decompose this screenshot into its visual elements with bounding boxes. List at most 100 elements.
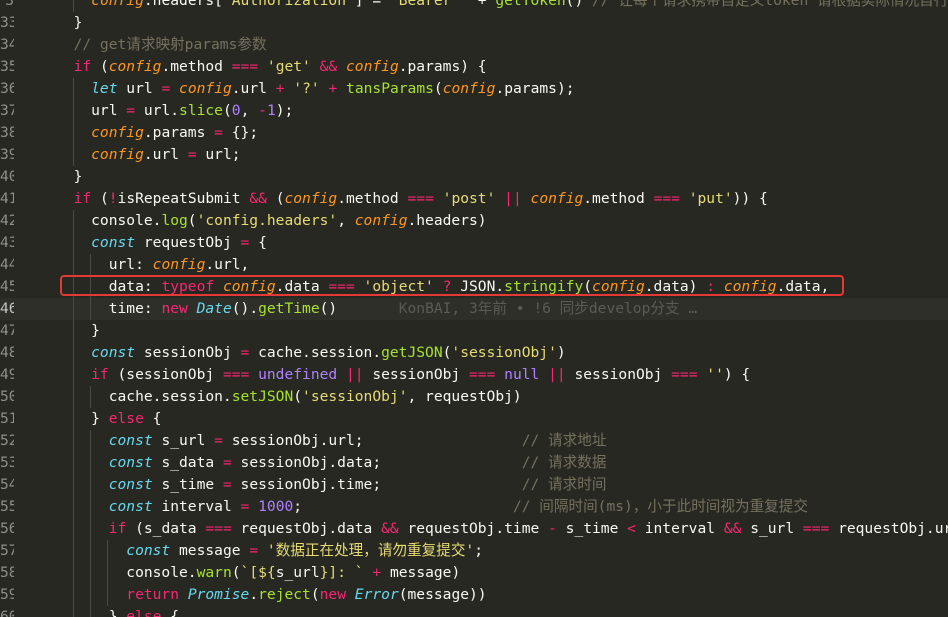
code-token: config (56, 124, 144, 141)
line-number: 52 (0, 432, 14, 449)
code-token: , requestObj) (407, 388, 522, 405)
code-line[interactable]: 41 if (!isRepeatSubmit && (config.method… (0, 188, 948, 210)
code-token: url. (135, 102, 180, 119)
code-line[interactable]: 51 } else { (0, 408, 948, 430)
code-token: config (592, 278, 645, 295)
code-text: data: typeof config.data === 'object' ? … (56, 276, 830, 298)
code-token: && (249, 190, 267, 207)
code-token: ( (91, 58, 109, 75)
code-token: + (275, 80, 285, 97)
code-token: config (284, 190, 338, 207)
line-number: 39 (0, 146, 14, 163)
code-token: getJSON (381, 344, 443, 361)
line-number: 45 (0, 278, 14, 295)
code-token: ] = (354, 0, 390, 9)
code-token: {}; (222, 124, 259, 141)
code-text: const sessionObj = cache.session.getJSON… (56, 342, 566, 364)
line-number: 48 (0, 344, 14, 361)
code-token: // 请求时间 (521, 476, 607, 493)
code-line[interactable]: 48 const sessionObj = cache.session.getJ… (0, 342, 948, 364)
code-line[interactable]: 55 const interval = 1000; // 间隔时间(ms)，小于… (0, 496, 948, 518)
code-line[interactable]: 56 if (s_data === requestObj.data && req… (0, 518, 948, 540)
code-line[interactable]: 44 url: config.url, (0, 254, 948, 276)
code-token: getTime (258, 300, 320, 317)
code-token: s_time (152, 476, 223, 493)
code-line[interactable]: 46 time: new Date().getTime() KonBAI, 3年… (0, 298, 948, 320)
code-text: config.params = {}; (56, 122, 258, 144)
code-line[interactable]: 47 } (0, 320, 948, 342)
code-token: sessionObj (565, 366, 672, 383)
code-token: .method (583, 190, 654, 207)
code-line[interactable]: 40 } (0, 166, 948, 188)
line-number: 54 (0, 476, 14, 493)
line-number: 44 (0, 256, 14, 273)
line-number: 35 (0, 58, 14, 75)
code-token: if (56, 366, 109, 383)
line-number: 60 (0, 608, 14, 617)
code-token: = (222, 454, 232, 471)
code-token: )) { (732, 190, 768, 207)
code-token: - (548, 520, 557, 537)
code-token: `[${ (240, 564, 276, 581)
code-token: () (319, 300, 338, 317)
code-editor[interactable]: 3 config.headers['Authorization'] = 'Bea… (0, 0, 948, 617)
code-line[interactable]: 38 config.params = {}; (0, 122, 948, 144)
code-text: if (!isRepeatSubmit && (config.method ==… (56, 188, 768, 210)
code-line[interactable]: 49 if (sessionObj === undefined || sessi… (0, 364, 948, 386)
code-text: } (56, 166, 83, 188)
code-line[interactable]: 54 const s_time = sessionObj.time; // 请求… (0, 474, 948, 496)
code-line[interactable]: 50 cache.session.setJSON('sessionObj', r… (0, 386, 948, 408)
code-token: = (214, 124, 223, 141)
code-line[interactable]: 58 console.warn(`[${s_url}]: ` + message… (0, 562, 948, 584)
code-line[interactable]: 39 config.url = url; (0, 144, 948, 166)
code-line[interactable]: 59 return Promise.reject(new Error(messa… (0, 584, 948, 606)
line-number: 46 (0, 300, 14, 317)
code-line[interactable]: 37 url = url.slice(0, -1); (0, 100, 948, 122)
code-line[interactable]: 3 config.headers['Authorization'] = 'Bea… (0, 0, 948, 12)
code-token: // 间隔时间(ms)，小于此时间视为重复提交 (512, 498, 808, 515)
code-line[interactable]: 33 } (0, 12, 948, 34)
line-number: 43 (0, 234, 14, 251)
code-line[interactable]: 52 const s_url = sessionObj.url; // 请求地址 (0, 430, 948, 452)
code-token: 'post' (442, 190, 496, 207)
code-token: typeof (161, 278, 215, 295)
code-line[interactable]: 35 if (config.method === 'get' && config… (0, 56, 948, 78)
code-line[interactable]: 57 const message = '数据正在处理，请勿重复提交'; (0, 540, 948, 562)
code-token: s_data (152, 454, 223, 471)
code-token: config (222, 278, 276, 295)
code-text: const s_data = sessionObj.data; // 请求数据 (56, 452, 607, 474)
code-text: } else { (56, 408, 161, 430)
code-area[interactable]: 3 config.headers['Authorization'] = 'Bea… (0, 0, 948, 617)
code-token: + (469, 0, 496, 9)
line-number: 53 (0, 454, 14, 471)
code-line[interactable]: 43 const requestObj = { (0, 232, 948, 254)
code-token: // 让每个请求携带自定义token 请根据实际情况自行修改 (592, 0, 948, 9)
code-token: === (231, 58, 259, 75)
code-token: JSON. (451, 278, 505, 295)
code-line[interactable]: 45 data: typeof config.data === 'object'… (0, 276, 948, 298)
code-text: // get请求映射params参数 (56, 34, 267, 56)
code-line[interactable]: 36 let url = config.url + '?' + tansPara… (0, 78, 948, 100)
code-line[interactable]: 34 // get请求映射params参数 (0, 34, 948, 56)
code-token: const (56, 432, 153, 449)
code-line[interactable]: 42 console.log('config.headers', config.… (0, 210, 948, 232)
code-line[interactable]: 53 const s_data = sessionObj.data; // 请求… (0, 452, 948, 474)
code-token: = (126, 102, 136, 119)
code-token: if (56, 58, 92, 75)
code-token: // get请求映射params参数 (56, 36, 267, 53)
line-number: 47 (0, 322, 14, 339)
code-line[interactable]: 60 } else { (0, 606, 948, 617)
code-token: sessionObj.data; (231, 454, 522, 471)
code-token: Date (196, 300, 232, 317)
code-token: config (108, 58, 162, 75)
code-token: (). (231, 300, 259, 317)
